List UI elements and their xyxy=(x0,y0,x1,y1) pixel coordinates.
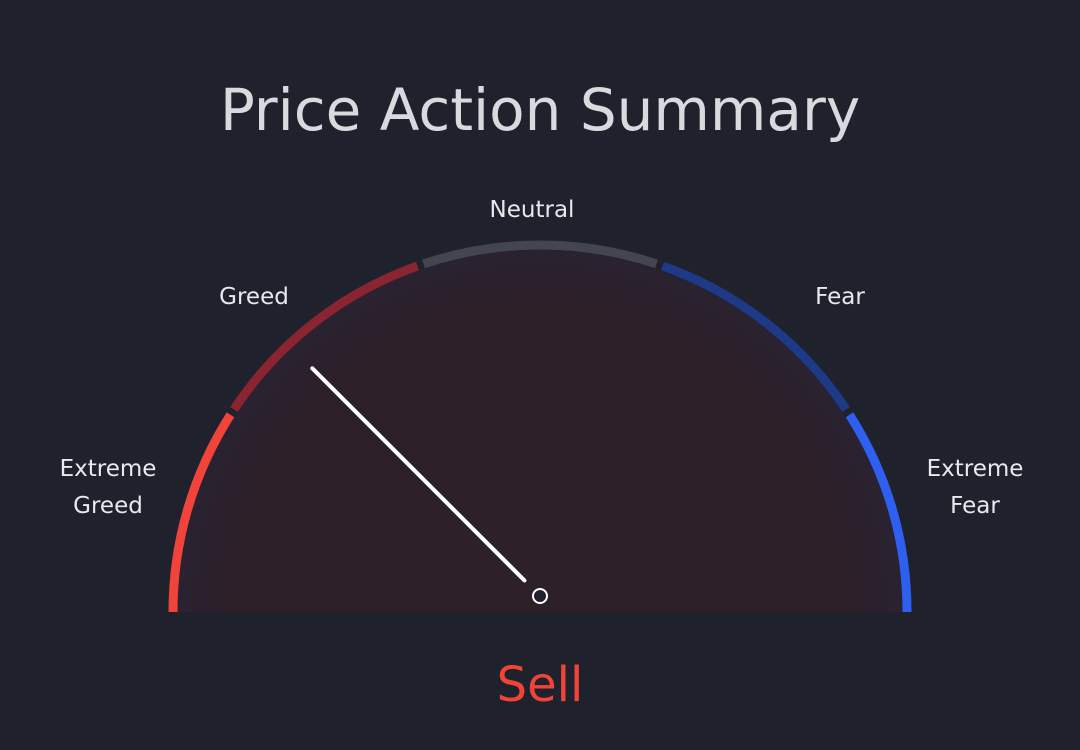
label-neutral: Neutral xyxy=(489,197,575,223)
label-extreme-fear: Extreme Fear xyxy=(895,451,1055,525)
label-extreme-greed-line1: Extreme xyxy=(59,456,157,482)
label-extreme-fear-line2: Fear xyxy=(950,493,1000,519)
label-greed: Greed xyxy=(219,284,289,310)
gauge-chart xyxy=(168,240,912,613)
verdict-label: Sell xyxy=(496,657,584,713)
label-extreme-greed: Extreme Greed xyxy=(28,451,188,525)
label-fear: Fear xyxy=(815,284,865,310)
gauge-pivot xyxy=(532,588,548,604)
gauge-widget: Price Action Summary Extreme Greed Greed… xyxy=(0,0,1080,750)
label-extreme-greed-line2: Greed xyxy=(73,493,143,519)
label-extreme-fear-line1: Extreme xyxy=(926,456,1024,482)
